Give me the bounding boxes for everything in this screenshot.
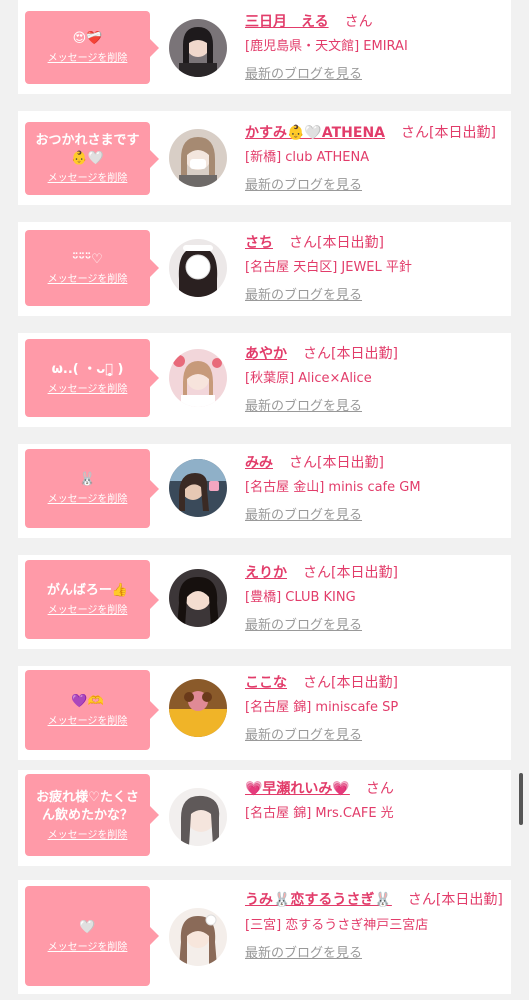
working-today-tag: [本日出勤] [331, 675, 398, 691]
profile-info: 三日月 える さん [鹿児島県・天文館] EMIRAI 最新のブログを見る [245, 11, 505, 84]
shop-label: [鹿児島県・天文館] EMIRAI [245, 39, 408, 54]
avatar[interactable] [169, 19, 227, 77]
latest-blog-link[interactable]: 最新のブログを見る [245, 177, 505, 195]
shop-label: [豊橋] CLUB KING [245, 590, 356, 605]
message-bubble: 💜🫶 メッセージを削除 [25, 670, 159, 750]
honorific: さん [344, 14, 373, 30]
profile-info: みみ さん[本日出勤] [名古屋 金山] minis cafe GM 最新のブロ… [245, 452, 505, 525]
latest-blog-link[interactable]: 最新のブログを見る [245, 945, 505, 963]
profile-info: あやか さん[本日出勤] [秋葉原] Alice×Alice 最新のブログを見る [245, 343, 505, 416]
list-item: 💜🫶 メッセージを削除 ここな さん[本日出勤] [名古屋 錦] minisca… [18, 666, 511, 760]
delete-message-link[interactable]: メッセージを削除 [48, 604, 128, 617]
profile-name-link[interactable]: 💗早瀬れいみ💗 [245, 781, 350, 797]
message-text: 🐰 [79, 472, 96, 487]
message-bubble: ᵕ̈ᵕ̈ᵕ̈♡ メッセージを削除 [25, 230, 159, 306]
honorific: さん [407, 892, 436, 908]
list-item: おつかれさまです👶🤍 メッセージを削除 かすみ👶🤍ATHENA さん[本日出勤]… [18, 111, 511, 205]
list-item: 🐰 メッセージを削除 みみ さん[本日出勤] [名古屋 金山] minis ca… [18, 444, 511, 538]
profile-name-link[interactable]: うみ🐰恋するうさぎ🐰 [245, 892, 392, 908]
working-today-tag: [本日出勤] [435, 892, 503, 908]
list-item: お疲れ様♡たくさん飲めたかな？ メッセージを削除 💗早瀬れいみ💗 さん [名古屋… [18, 770, 511, 866]
honorific: さん [303, 565, 332, 581]
shop-label: [三宮] 恋するうさぎ神戸三宮店 [245, 918, 429, 933]
message-text: ᵕ̈ᵕ̈ᵕ̈♡ [72, 251, 103, 267]
latest-blog-link[interactable]: 最新のブログを見る [245, 507, 505, 525]
delete-message-link[interactable]: メッセージを削除 [48, 493, 128, 506]
honorific: さん [289, 235, 318, 251]
profile-name-link[interactable]: えりか [245, 565, 287, 581]
delete-message-link[interactable]: メッセージを削除 [48, 941, 128, 954]
message-bubble: 🤍 メッセージを削除 [25, 886, 159, 986]
avatar[interactable] [169, 679, 227, 737]
list-item: 😍❤️‍🩹 メッセージを削除 三日月 える さん [鹿児島県・天文館] EMIR… [18, 0, 511, 94]
message-bubble: 🐰 メッセージを削除 [25, 449, 159, 528]
avatar[interactable] [169, 908, 227, 966]
honorific: さん [303, 346, 332, 362]
working-today-tag: [本日出勤] [317, 235, 384, 251]
latest-blog-link[interactable]: 最新のブログを見る [245, 66, 505, 84]
scrollbar[interactable] [519, 773, 523, 825]
message-text: 🤍 [79, 919, 96, 935]
working-today-tag: [本日出勤] [331, 565, 398, 581]
honorific: さん [365, 781, 394, 797]
profile-name-link[interactable]: みみ [245, 455, 273, 471]
shop-label: [名古屋 錦] Mrs.CAFE 光 [245, 806, 394, 821]
latest-blog-link[interactable]: 最新のブログを見る [245, 617, 505, 635]
profile-name-link[interactable]: さち [245, 235, 273, 251]
list-item: ω..( ・ᴗ・̥̥̥ ) メッセージを削除 あやか さん[本日出勤] [秋葉原… [18, 333, 511, 427]
shop-label: [名古屋 金山] minis cafe GM [245, 480, 421, 495]
avatar[interactable] [169, 349, 227, 407]
profile-info: ここな さん[本日出勤] [名古屋 錦] miniscafe SP 最新のブログ… [245, 672, 505, 745]
message-text: 💜🫶 [71, 693, 104, 709]
message-bubble: 😍❤️‍🩹 メッセージを削除 [25, 11, 159, 84]
profile-name-link[interactable]: ここな [245, 675, 287, 691]
delete-message-link[interactable]: メッセージを削除 [48, 383, 128, 396]
working-today-tag: [本日出勤] [429, 125, 496, 141]
list-item: ᵕ̈ᵕ̈ᵕ̈♡ メッセージを削除 さち さん[本日出勤] [名古屋 天白区] J… [18, 222, 511, 316]
message-text: おつかれさまです👶🤍 [35, 133, 140, 166]
working-today-tag: [本日出勤] [317, 455, 384, 471]
list-item: 🤍 メッセージを削除 うみ🐰恋するうさぎ🐰 さん[本日出勤] [三宮] 恋するう… [18, 880, 511, 994]
shop-label: [秋葉原] Alice×Alice [245, 371, 372, 386]
latest-blog-link[interactable]: 最新のブログを見る [245, 727, 505, 745]
delete-message-link[interactable]: メッセージを削除 [48, 172, 128, 185]
shop-label: [新橋] club ATHENA [245, 150, 370, 165]
profile-info: うみ🐰恋するうさぎ🐰 さん[本日出勤] [三宮] 恋するうさぎ神戸三宮店 最新の… [245, 888, 505, 963]
profile-name-link[interactable]: あやか [245, 346, 287, 362]
avatar[interactable] [169, 459, 227, 517]
profile-name-link[interactable]: かすみ👶🤍ATHENA [245, 125, 385, 141]
profile-info: えりか さん[本日出勤] [豊橋] CLUB KING 最新のブログを見る [245, 562, 505, 635]
message-text: ω..( ・ᴗ・̥̥̥ ) [51, 361, 124, 377]
honorific: さん [289, 455, 318, 471]
message-bubble: ω..( ・ᴗ・̥̥̥ ) メッセージを削除 [25, 339, 159, 417]
shop-label: [名古屋 錦] miniscafe SP [245, 700, 399, 715]
profile-info: さち さん[本日出勤] [名古屋 天白区] JEWEL 平針 最新のブログを見る [245, 232, 505, 305]
working-today-tag: [本日出勤] [331, 346, 398, 362]
message-text: がんばろー👍 [46, 583, 129, 598]
delete-message-link[interactable]: メッセージを削除 [48, 829, 128, 842]
avatar[interactable] [169, 569, 227, 627]
delete-message-link[interactable]: メッセージを削除 [48, 52, 128, 65]
message-text: お疲れ様♡たくさん飲めたかな？ [36, 789, 139, 823]
profile-info: 💗早瀬れいみ💗 さん [名古屋 錦] Mrs.CAFE 光 [245, 778, 505, 823]
message-bubble: お疲れ様♡たくさん飲めたかな？ メッセージを削除 [25, 774, 159, 856]
message-bubble: がんばろー👍 メッセージを削除 [25, 560, 159, 639]
message-text: 😍❤️‍🩹 [72, 31, 103, 46]
honorific: さん [303, 675, 332, 691]
latest-blog-link[interactable]: 最新のブログを見る [245, 398, 505, 416]
honorific: さん [401, 125, 430, 141]
profile-info: かすみ👶🤍ATHENA さん[本日出勤] [新橋] club ATHENA 最新… [245, 122, 505, 195]
shop-label: [名古屋 天白区] JEWEL 平針 [245, 260, 412, 275]
message-bubble: おつかれさまです👶🤍 メッセージを削除 [25, 122, 159, 195]
avatar[interactable] [169, 129, 227, 187]
profile-name-link[interactable]: 三日月 える [245, 14, 329, 30]
list-item: がんばろー👍 メッセージを削除 えりか さん[本日出勤] [豊橋] CLUB K… [18, 555, 511, 649]
avatar[interactable] [169, 239, 227, 297]
delete-message-link[interactable]: メッセージを削除 [48, 715, 128, 728]
latest-blog-link[interactable]: 最新のブログを見る [245, 287, 505, 305]
delete-message-link[interactable]: メッセージを削除 [48, 273, 128, 286]
avatar[interactable] [169, 788, 227, 846]
